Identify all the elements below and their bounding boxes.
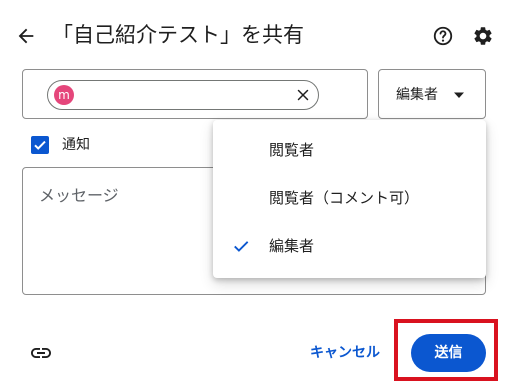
avatar: m [54, 85, 74, 105]
dialog-title: 「自己紹介テスト」を共有 [52, 23, 304, 47]
menu-item-editor[interactable]: 編集者 [213, 222, 486, 270]
back-arrow-icon[interactable] [12, 22, 40, 50]
role-dropdown[interactable]: 編集者 [378, 69, 486, 119]
menu-item-label: 閲覧者（コメント可） [269, 189, 420, 207]
caret-down-icon [453, 91, 465, 99]
message-placeholder: メッセージ [39, 186, 119, 205]
recipient-input[interactable]: m [22, 69, 368, 119]
check-icon [231, 236, 251, 256]
menu-item-commenter[interactable]: 閲覧者（コメント可） [213, 174, 486, 222]
link-icon[interactable] [28, 340, 54, 366]
close-icon[interactable] [294, 86, 312, 104]
menu-item-label: 編集者 [269, 237, 315, 255]
notify-checkbox[interactable] [31, 136, 49, 154]
recipient-chip[interactable]: m [47, 80, 319, 110]
help-icon[interactable] [430, 23, 456, 49]
gear-icon[interactable] [470, 23, 496, 49]
cancel-button[interactable]: キャンセル [310, 340, 380, 366]
menu-item-label: 閲覧者 [269, 141, 315, 159]
notify-label: 通知 [62, 137, 90, 153]
send-button[interactable]: 送信 [411, 334, 486, 372]
role-dropdown-label: 編集者 [396, 87, 438, 103]
menu-item-viewer[interactable]: 閲覧者 [213, 126, 486, 174]
role-menu: 閲覧者 閲覧者（コメント可） 編集者 [213, 120, 486, 278]
